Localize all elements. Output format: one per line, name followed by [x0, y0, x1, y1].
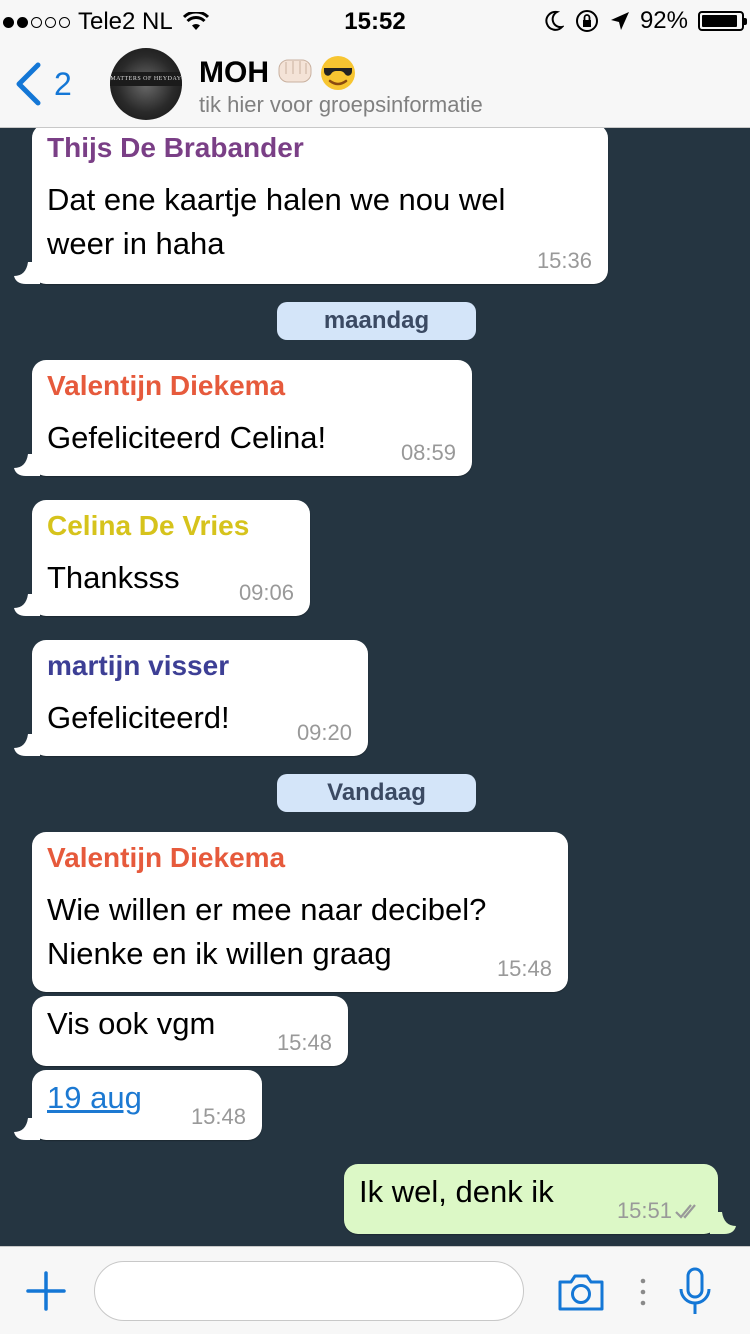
outgoing-message-bubble[interactable]: Ik wel, denk ik 15:51: [344, 1164, 736, 1234]
sender-name: martijn visser: [47, 650, 230, 681]
message-text: Dat ene kaartje halen we nou wel weer in…: [47, 182, 506, 261]
message-input[interactable]: [94, 1261, 524, 1321]
status-bar: Tele2 NL 15:52 92%: [0, 0, 750, 40]
message-bubble[interactable]: Valentijn Diekema Wie willen er mee naar…: [32, 832, 568, 992]
message-text: Wie willen er mee naar decibel? Nienke e…: [47, 892, 487, 971]
location-arrow-icon: [610, 12, 629, 30]
bubble-tail: [14, 454, 40, 476]
message-bubble[interactable]: Celina De Vries Thanksss 09:06: [14, 500, 310, 616]
camera-icon[interactable]: [556, 1272, 606, 1312]
group-subtitle[interactable]: tik hier voor groepsinformatie: [199, 92, 483, 118]
microphone-icon[interactable]: [678, 1267, 712, 1317]
group-avatar-text: MATTERS OF HEYDAY: [110, 72, 182, 86]
date-separator: maandag: [277, 302, 476, 340]
message-text: Thanksss: [47, 560, 180, 595]
back-button[interactable]: 2: [14, 62, 72, 106]
group-name[interactable]: MOH: [199, 54, 357, 92]
sender-name: Thijs De Brabander: [47, 132, 304, 163]
group-avatar[interactable]: MATTERS OF HEYDAY: [110, 48, 182, 120]
sender-name: Valentijn Diekema: [47, 842, 286, 873]
message-text: Gefeliciteerd!: [47, 700, 230, 735]
composer-bar: [0, 1246, 750, 1334]
battery-percentage: 92%: [639, 7, 688, 34]
group-title-text: MOH: [199, 56, 269, 89]
date-link[interactable]: 19 aug: [47, 1076, 142, 1120]
message-bubble[interactable]: martijn visser Gefeliciteerd! 09:20: [14, 640, 368, 756]
message-time: 08:59: [400, 440, 456, 465]
bubble-tail: [14, 734, 40, 756]
message-bubble[interactable]: Valentijn Diekema Gefeliciteerd Celina! …: [14, 360, 472, 476]
fist-emoji-icon: [278, 59, 312, 83]
message-time: 09:06: [238, 580, 294, 605]
back-unread-count: 2: [54, 65, 72, 102]
message-time: 15:48: [190, 1104, 246, 1129]
message-time: 09:20: [296, 720, 352, 745]
message-bubble[interactable]: Vis ook vgm 15:48: [32, 996, 348, 1066]
message-list[interactable]: Thijs De Brabander Dat ene kaartje halen…: [0, 128, 750, 1246]
message-bubble[interactable]: 19 aug 15:48: [14, 1070, 262, 1140]
bubble-tail: [14, 262, 40, 284]
bubble-tail: [710, 1212, 736, 1234]
message-text: Vis ook vgm: [47, 1006, 216, 1041]
sender-name: Celina De Vries: [47, 510, 250, 541]
vertical-dots-icon[interactable]: [638, 1277, 648, 1307]
plus-icon[interactable]: [26, 1271, 66, 1311]
message-time: 15:48: [276, 1030, 332, 1055]
sender-name: Valentijn Diekema: [47, 370, 286, 401]
message-time: 15:36: [536, 248, 592, 273]
message-text: Gefeliciteerd Celina!: [47, 420, 327, 455]
bubble-tail: [14, 1118, 40, 1140]
read-receipt-icon: [675, 1204, 696, 1219]
date-separator: Vandaag: [277, 774, 476, 812]
battery-icon: [698, 11, 747, 31]
bubble-tail: [14, 594, 40, 616]
moon-icon: [545, 10, 564, 31]
message-time: 15:48: [496, 956, 552, 981]
sunglasses-emoji-icon: [321, 56, 355, 90]
chat-header: 2 MATTERS OF HEYDAY MOH tik hier voor gr…: [0, 40, 750, 128]
message-text: Ik wel, denk ik: [359, 1174, 554, 1209]
message-time: 15:51: [616, 1198, 672, 1223]
message-bubble[interactable]: Thijs De Brabander Dat ene kaartje halen…: [14, 128, 608, 284]
chevron-left-icon: [16, 62, 41, 106]
rotation-lock-icon: [575, 10, 598, 32]
